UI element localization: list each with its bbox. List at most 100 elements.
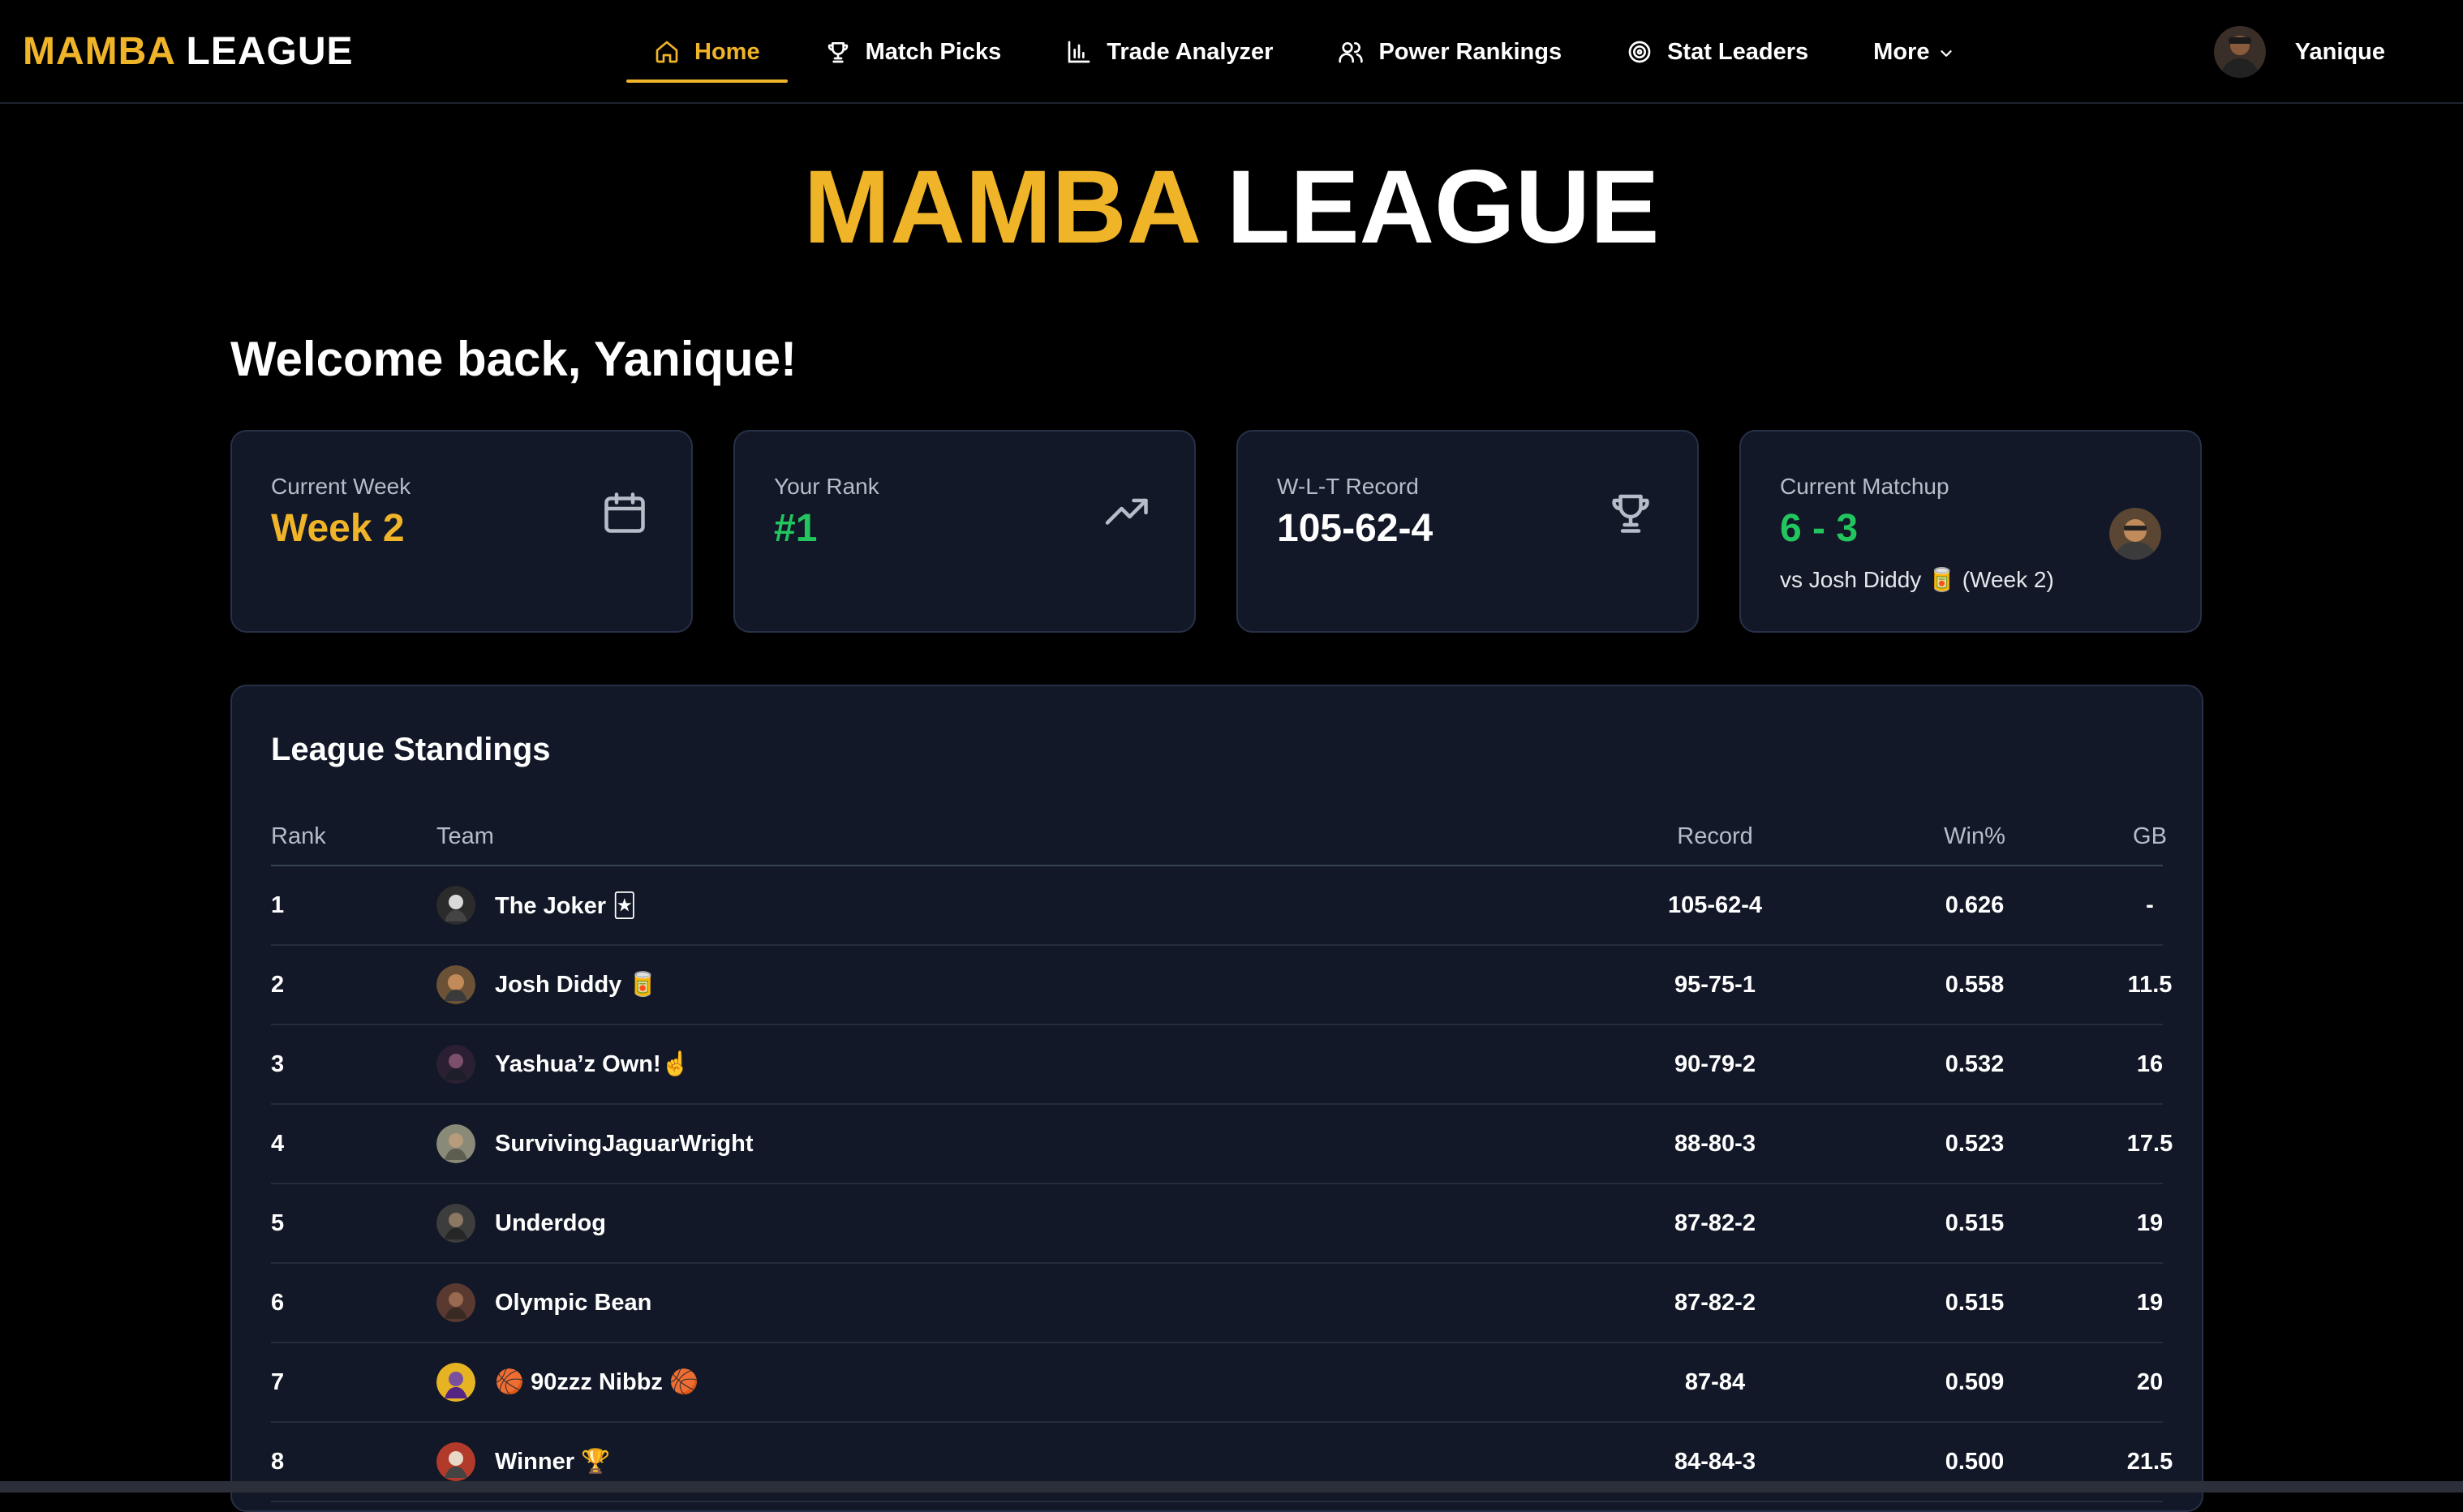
team-avatar (436, 965, 475, 1004)
hero-title-gold: MAMBA (803, 149, 1198, 265)
standings-title: League Standings (271, 732, 551, 767)
nav-match-picks[interactable]: Match Picks (797, 21, 1029, 83)
row-gb: 16 (2136, 1050, 2164, 1077)
team-avatar (436, 1204, 475, 1243)
trophy-icon (1612, 494, 1649, 533)
hero-title: MAMBA LEAGUE (0, 151, 2463, 264)
welcome-heading: Welcome back, Yanique! (230, 332, 797, 386)
card-current-matchup-opponent: vs Josh Diddy 🥫 (Week 2) (1780, 567, 2054, 592)
team-avatar (436, 1045, 475, 1084)
row-gb: 11.5 (2127, 971, 2173, 998)
standings-header-row: Rank Team Record Win% GB (271, 808, 2167, 866)
nav-trade-analyzer[interactable]: Trade Analyzer (1038, 21, 1300, 83)
nav-stat-leaders-label: Stat Leaders (1667, 38, 1809, 65)
row-team-name: Yashua’z Own!☝️ (495, 1051, 690, 1077)
row-team: 🏀 90zzz Nibbz 🏀 (436, 1343, 698, 1421)
table-row[interactable]: 1 The Joker 🃏 105-62-4 0.626 - (271, 866, 2163, 946)
col-team-header: Team (436, 823, 494, 849)
nav-trade-analyzer-label: Trade Analyzer (1107, 38, 1274, 65)
card-current-matchup-score: 6 - 3 (1780, 507, 1859, 550)
brand-logo-gold: MAMBA (23, 30, 175, 73)
nav-home-label: Home (694, 38, 760, 65)
row-team-name: SurvivingJaguarWright (495, 1130, 754, 1157)
row-gb: 19 (2136, 1289, 2164, 1316)
brand-logo[interactable]: MAMBA LEAGUE (23, 29, 354, 74)
col-gb-header: GB (2133, 823, 2167, 849)
card-your-rank-label: Your Rank (774, 474, 879, 499)
user-menu[interactable]: Yanique (2213, 26, 2385, 78)
row-team-name: 🏀 90zzz Nibbz 🏀 (495, 1369, 699, 1395)
row-win-pct: 0.532 (1945, 1050, 2005, 1077)
row-team-name: Josh Diddy 🥫 (495, 972, 658, 998)
row-rank: 1 (271, 891, 285, 918)
nav-stat-leaders[interactable]: Stat Leaders (1599, 21, 1836, 83)
hero-title-white: LEAGUE (1227, 149, 1660, 265)
nav-more-dropdown[interactable]: More (1846, 21, 1983, 83)
row-gb: - (2146, 891, 2154, 918)
col-win-header: Win% (1944, 823, 2005, 849)
team-avatar (436, 886, 475, 925)
card-current-week-label: Current Week (271, 474, 411, 499)
row-team: The Joker 🃏 (436, 866, 637, 944)
target-icon (1628, 41, 1651, 63)
row-win-pct: 0.523 (1945, 1130, 2005, 1157)
row-team: Josh Diddy 🥫 (436, 946, 657, 1024)
card-current-week-value: Week 2 (271, 507, 405, 550)
league-standings-panel: League Standings Rank Team Record Win% G… (230, 685, 2203, 1512)
card-current-matchup[interactable]: Current Matchup 6 - 3 vs Josh Diddy 🥫 (W… (1739, 430, 2202, 633)
standings-table: Rank Team Record Win% GB 1 The Joker 🃏 1… (271, 808, 2173, 1502)
row-rank: 7 (271, 1368, 285, 1395)
row-win-pct: 0.515 (1945, 1289, 2005, 1316)
trending-up-icon (1105, 498, 1148, 525)
nav-more-label: More (1873, 38, 1930, 65)
nav-home[interactable]: Home (626, 21, 788, 83)
window-bottom-edge (0, 1481, 2463, 1493)
card-wlt-record-label: W-L-T Record (1277, 474, 1419, 499)
table-row[interactable]: 3 Yashua’z Own!☝️ 90-79-2 0.532 16 (271, 1025, 2163, 1105)
home-icon (656, 41, 678, 63)
row-team: SurvivingJaguarWright (436, 1105, 754, 1183)
row-win-pct: 0.509 (1945, 1368, 2005, 1395)
team-avatar (436, 1283, 475, 1322)
row-win-pct: 0.558 (1945, 971, 2005, 998)
nav-match-picks-label: Match Picks (865, 38, 1002, 65)
nav-power-rankings[interactable]: Power Rankings (1310, 21, 1589, 83)
row-gb: 19 (2136, 1209, 2164, 1236)
table-row[interactable]: 4 SurvivingJaguarWright 88-80-3 0.523 17… (271, 1105, 2173, 1184)
row-gb: 20 (2136, 1368, 2164, 1395)
row-record: 105-62-4 (1667, 891, 1763, 918)
row-record: 90-79-2 (1674, 1050, 1756, 1077)
calendar-icon (604, 492, 645, 533)
trophy-icon (827, 42, 848, 63)
table-row[interactable]: 2 Josh Diddy 🥫 95-75-1 0.558 11.5 (271, 946, 2172, 1025)
row-rank: 6 (271, 1289, 285, 1316)
row-team-name: The Joker 🃏 (495, 892, 637, 919)
row-team-name: Olympic Bean (495, 1289, 652, 1316)
row-win-pct: 0.626 (1945, 891, 2005, 918)
card-wlt-record: W-L-T Record 105-62-4 (1236, 430, 1699, 633)
team-avatar (436, 1442, 475, 1481)
table-row[interactable]: 5 Underdog 87-82-2 0.515 19 (271, 1184, 2163, 1264)
row-rank: 2 (271, 971, 285, 998)
card-wlt-record-value: 105-62-4 (1277, 507, 1434, 550)
card-your-rank-value: #1 (774, 507, 818, 550)
nav-power-rankings-label: Power Rankings (1378, 38, 1562, 65)
row-rank: 5 (271, 1209, 285, 1236)
table-row[interactable]: 6 Olympic Bean 87-82-2 0.515 19 (271, 1264, 2163, 1343)
col-record-header: Record (1677, 823, 1753, 849)
table-row[interactable]: 7 🏀 90zzz Nibbz 🏀 87-84 0.509 20 (271, 1343, 2163, 1423)
card-your-rank: Your Rank #1 (733, 430, 1196, 633)
row-team-name: Winner 🏆 (495, 1449, 611, 1475)
top-navbar: MAMBA LEAGUE Home Match Picks Trade Anal… (0, 0, 2463, 104)
row-record: 87-82-2 (1674, 1209, 1756, 1236)
row-record: 87-82-2 (1674, 1289, 1756, 1316)
card-current-week: Current Week Week 2 (230, 430, 693, 633)
chevron-down-icon (1941, 50, 1953, 57)
row-team: Underdog (436, 1184, 606, 1262)
bar-chart-icon (1068, 41, 1090, 63)
col-rank-header: Rank (271, 823, 326, 849)
row-team: Olympic Bean (436, 1264, 651, 1342)
users-icon (1339, 42, 1364, 63)
user-name: Yanique (2294, 38, 2385, 65)
row-record: 95-75-1 (1674, 971, 1756, 998)
